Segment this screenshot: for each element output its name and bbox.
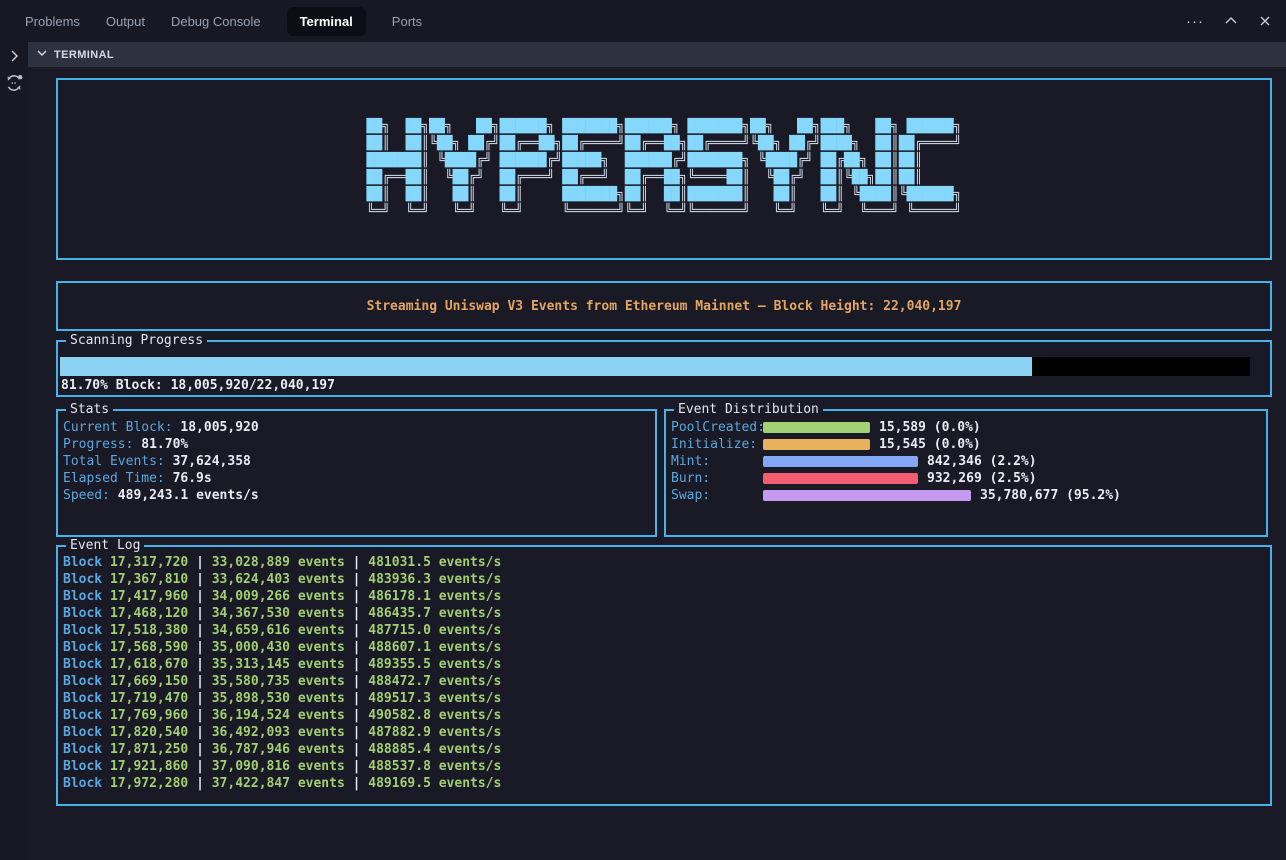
event-distribution-title: Event Distribution xyxy=(674,401,823,418)
event-distribution-rows: PoolCreated:15,589 (0.0%)Initialize:15,5… xyxy=(671,419,1266,504)
stats-box: Stats Current Block: 18,005,920Progress:… xyxy=(56,409,657,537)
chevron-right-icon[interactable] xyxy=(7,49,21,68)
progress-bar xyxy=(60,357,1250,376)
log-row: Block 17,468,120 | 34,367,530 events | 4… xyxy=(63,605,1270,622)
stat-row: Progress: 81.70% xyxy=(63,436,655,453)
stats-title: Stats xyxy=(66,401,113,418)
panel-sidebar xyxy=(0,42,28,860)
distribution-bar xyxy=(763,422,870,433)
log-row: Block 17,871,250 | 36,787,946 events | 4… xyxy=(63,741,1270,758)
distribution-row: Initialize:15,545 (0.0%) xyxy=(671,436,1266,453)
event-log-title: Event Log xyxy=(66,537,144,554)
log-row: Block 17,719,470 | 35,898,530 events | 4… xyxy=(63,690,1270,707)
ascii-banner-hypersync: ██╗ ██╗██╗ ██╗██████╗ ███████╗██████╗ ██… xyxy=(367,118,962,220)
panel-tabbar: Problems Output Debug Console Terminal Ports… xyxy=(0,0,1286,42)
tab-debug-console[interactable]: Debug Console xyxy=(171,14,261,29)
more-actions-icon[interactable]: ··· xyxy=(1186,14,1204,29)
log-row: Block 17,367,810 | 33,624,403 events | 4… xyxy=(63,571,1270,588)
log-row: Block 17,417,960 | 34,009,266 events | 4… xyxy=(63,588,1270,605)
panel-controls: ··· xyxy=(1186,14,1286,29)
log-row: Block 17,921,860 | 37,090,816 events | 4… xyxy=(63,758,1270,775)
log-row: Block 17,972,280 | 37,422,847 events | 4… xyxy=(63,775,1270,792)
scanning-progress-title: Scanning Progress xyxy=(66,332,207,349)
tab-output[interactable]: Output xyxy=(106,14,145,29)
terminal-content[interactable]: ██╗ ██╗██╗ ██╗██████╗ ███████╗██████╗ ██… xyxy=(28,67,1286,860)
close-panel-icon[interactable] xyxy=(1258,14,1272,28)
stat-row: Speed: 489,243.1 events/s xyxy=(63,487,655,504)
event-distribution-box: Event Distribution PoolCreated:15,589 (0… xyxy=(664,409,1268,537)
progress-status-text: 81.70% Block: 18,005,920/22,040,197 xyxy=(61,377,335,394)
log-row: Block 17,518,380 | 34,659,616 events | 4… xyxy=(63,622,1270,639)
tab-terminal[interactable]: Terminal xyxy=(287,7,366,36)
distribution-bar xyxy=(763,473,918,484)
scanning-progress-box: Scanning Progress 81.70% Block: 18,005,9… xyxy=(56,340,1272,397)
tab-problems[interactable]: Problems xyxy=(25,14,80,29)
distribution-bar xyxy=(763,490,971,501)
sync-icon[interactable] xyxy=(4,73,24,98)
distribution-row: Mint:842,346 (2.2%) xyxy=(671,453,1266,470)
stream-info-text: Streaming Uniswap V3 Events from Ethereu… xyxy=(367,298,962,315)
progress-bar-fill xyxy=(60,357,1032,376)
log-row: Block 17,317,720 | 33,028,889 events | 4… xyxy=(63,554,1270,571)
log-row: Block 17,618,670 | 35,313,145 events | 4… xyxy=(63,656,1270,673)
terminal-header[interactable]: TERMINAL xyxy=(28,42,1286,67)
banner-box: ██╗ ██╗██╗ ██╗██████╗ ███████╗██████╗ ██… xyxy=(56,78,1272,260)
event-log-box: Event Log Block 17,317,720 | 33,028,889 … xyxy=(56,545,1272,806)
log-row: Block 17,769,960 | 36,194,524 events | 4… xyxy=(63,707,1270,724)
tab-ports[interactable]: Ports xyxy=(392,14,422,29)
distribution-row: Swap:35,780,677 (95.2%) xyxy=(671,487,1266,504)
distribution-row: PoolCreated:15,589 (0.0%) xyxy=(671,419,1266,436)
log-row: Block 17,568,590 | 35,000,430 events | 4… xyxy=(63,639,1270,656)
stat-row: Total Events: 37,624,358 xyxy=(63,453,655,470)
distribution-bar xyxy=(763,456,918,467)
stat-row: Current Block: 18,005,920 xyxy=(63,419,655,436)
distribution-row: Burn:932,269 (2.5%) xyxy=(671,470,1266,487)
stats-rows: Current Block: 18,005,920Progress: 81.70… xyxy=(63,419,655,504)
stream-info-box: Streaming Uniswap V3 Events from Ethereu… xyxy=(56,281,1272,331)
chevron-down-icon[interactable] xyxy=(36,46,48,64)
distribution-bar xyxy=(763,439,870,450)
log-row: Block 17,820,540 | 36,492,093 events | 4… xyxy=(63,724,1270,741)
event-log-rows: Block 17,317,720 | 33,028,889 events | 4… xyxy=(63,554,1270,792)
panel-tabs: Problems Output Debug Console Terminal Ports xyxy=(25,7,422,36)
stat-row: Elapsed Time: 76.9s xyxy=(63,470,655,487)
log-row: Block 17,669,150 | 35,580,735 events | 4… xyxy=(63,673,1270,690)
maximize-panel-icon[interactable] xyxy=(1224,14,1238,28)
terminal-header-label: TERMINAL xyxy=(54,49,114,61)
